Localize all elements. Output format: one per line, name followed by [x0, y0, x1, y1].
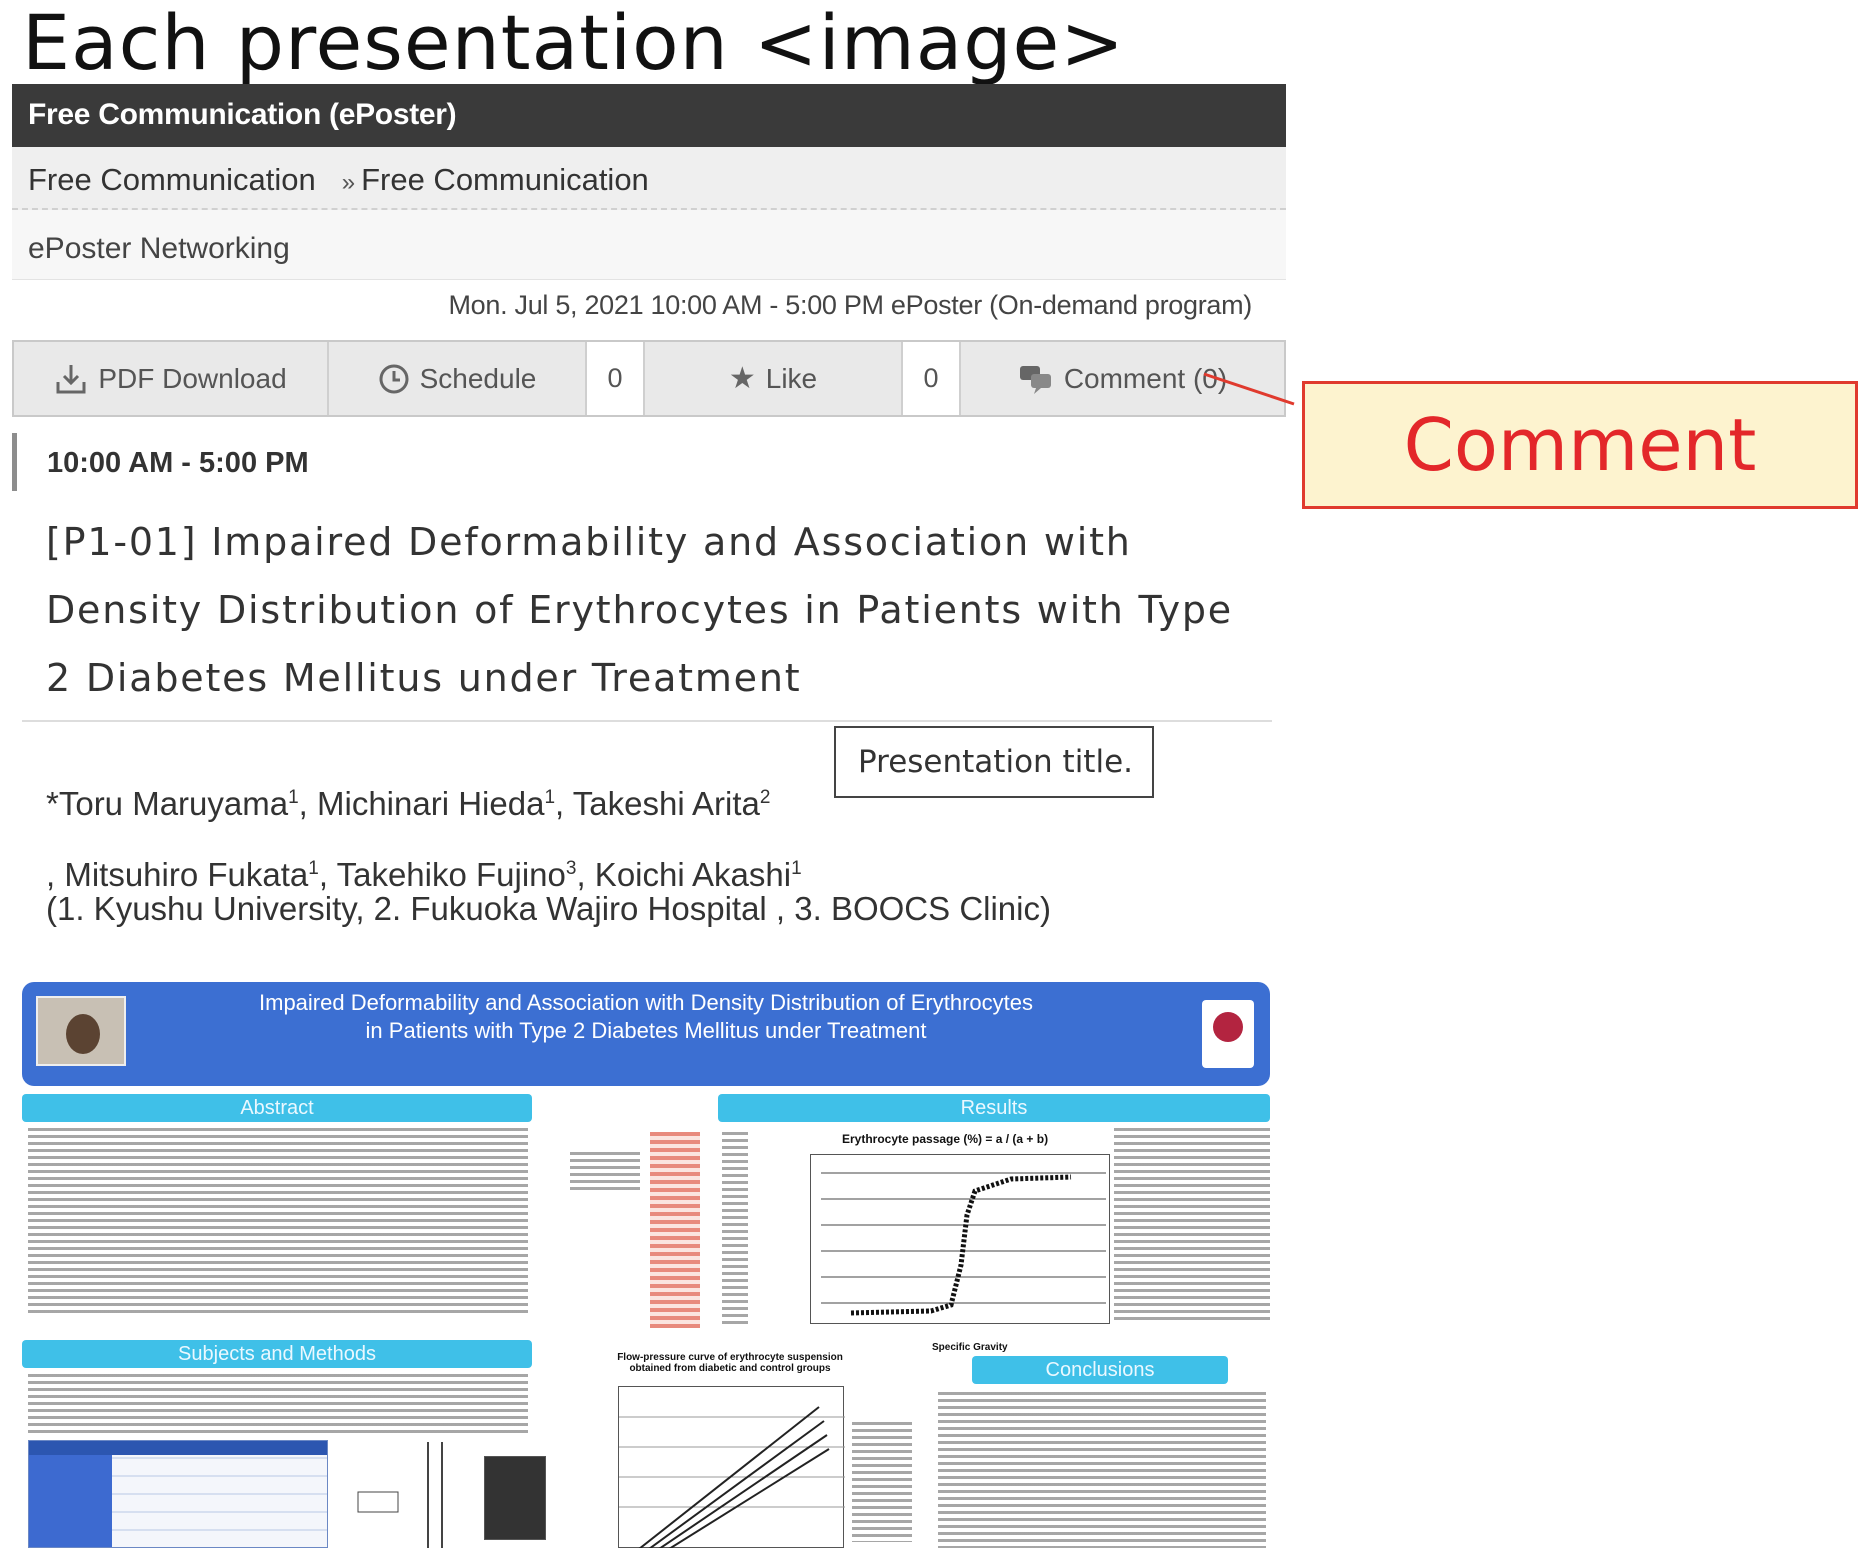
erythrocyte-column-figure	[650, 1132, 700, 1328]
like-label: Like	[765, 362, 818, 394]
affiliation-number: 1	[791, 858, 802, 879]
affiliation-number: 1	[308, 858, 319, 879]
micrograph-image	[484, 1456, 546, 1540]
title-line: [P1-01] Impaired Deformability and Assoc…	[46, 520, 1132, 564]
author-name[interactable]: , Takehiko Fujino	[319, 856, 566, 893]
chart-title: Erythrocyte passage (%) = a / (a + b)	[842, 1132, 1049, 1146]
poster-section-results: Results	[718, 1094, 1270, 1122]
presentation-time: 10:00 AM - 5:00 PM	[12, 433, 309, 491]
poster-title-line: Impaired Deformability and Association w…	[259, 990, 1033, 1015]
university-logo	[1202, 1000, 1254, 1068]
poster-section-subjects: Subjects and Methods	[22, 1340, 532, 1368]
affiliation-number: 1	[544, 787, 556, 808]
poster-header: Impaired Deformability and Association w…	[22, 982, 1270, 1086]
comment-label: Comment (0)	[1063, 362, 1228, 394]
comment-callout: Comment	[1302, 381, 1858, 509]
author-name[interactable]: , Takeshi Arita	[555, 785, 760, 822]
author-name[interactable]: *Toru Maruyama	[46, 785, 288, 822]
poster-title-line: in Patients with Type 2 Diabetes Mellitu…	[365, 1018, 927, 1043]
breadcrumb-separator: »	[341, 169, 356, 196]
affiliation-number: 3	[565, 858, 577, 879]
pdf-download-button[interactable]: PDF Download	[14, 342, 329, 415]
poster-thumbnail[interactable]: Impaired Deformability and Association w…	[22, 982, 1270, 1548]
figure-scale-text	[722, 1132, 748, 1328]
like-count: 0	[903, 342, 961, 415]
affiliation-number: 2	[759, 787, 771, 808]
apparatus-diagram	[338, 1442, 478, 1548]
abstract-text	[28, 1128, 528, 1314]
author-name[interactable]: , Mitsuhiro Fukata	[46, 856, 308, 893]
like-button[interactable]: ★ Like	[645, 342, 903, 415]
affiliations: (1. Kyushu University, 2. Fukuoka Wajiro…	[46, 890, 1051, 927]
comment-icon	[1019, 365, 1051, 394]
action-bar: PDF Download Schedule 0 ★ Like 0 Comment…	[12, 340, 1286, 417]
presentation-title-tooltip: Presentation title.	[834, 726, 1154, 798]
author-name[interactable]: , Koichi Akashi	[576, 856, 791, 893]
conclusions-text	[938, 1392, 1266, 1548]
poster-section-conclusions: Conclusions	[972, 1356, 1228, 1384]
schedule-label: Schedule	[419, 362, 537, 394]
affiliation-number: 1	[288, 787, 299, 808]
presentation-panel: Free Communication (ePoster) Free Commun…	[12, 84, 1286, 417]
pdf-download-label: PDF Download	[98, 362, 287, 394]
title-divider	[22, 720, 1272, 722]
figure-label-text	[570, 1152, 640, 1192]
clock-icon	[379, 364, 409, 393]
session-datetime: Mon. Jul 5, 2021 10:00 AM - 5:00 PM ePos…	[12, 280, 1286, 340]
breadcrumb: Free Communication» Free Communication	[12, 147, 1286, 210]
schedule-count: 0	[587, 342, 645, 415]
star-icon: ★	[728, 361, 756, 395]
session-bar: Free Communication (ePoster)	[12, 84, 1286, 147]
erythrocyte-passage-chart	[810, 1154, 1110, 1324]
chart2-title: Flow-pressure curve of erythrocyte suspe…	[617, 1352, 843, 1374]
breadcrumb-item-first[interactable]: Free Communication	[28, 162, 316, 197]
download-icon	[56, 364, 86, 393]
author-name[interactable]: , Michinari Hieda	[299, 785, 545, 822]
breadcrumb-item-second[interactable]: Free Communication	[361, 162, 649, 197]
title-line: 2 Diabetes Mellitus under Treatment	[46, 656, 802, 700]
title-line: Density Distribution of Erythrocytes in …	[46, 588, 1233, 632]
poster-section-abstract: Abstract	[22, 1094, 532, 1122]
schedule-button[interactable]: Schedule	[329, 342, 587, 415]
legend-text	[852, 1422, 912, 1542]
comment-button[interactable]: Comment (0)	[961, 342, 1284, 415]
flow-pressure-chart	[618, 1386, 845, 1548]
subjects-text	[28, 1374, 528, 1434]
chart-xlabel: Specific Gravity	[932, 1342, 1008, 1353]
networking-label: ePoster Networking	[12, 210, 1286, 280]
results-text	[1114, 1128, 1270, 1324]
page-heading: Each presentation <image>	[22, 0, 1125, 87]
presentation-title: [P1-01] Impaired Deformability and Assoc…	[46, 508, 1266, 712]
subjects-table	[28, 1440, 328, 1548]
